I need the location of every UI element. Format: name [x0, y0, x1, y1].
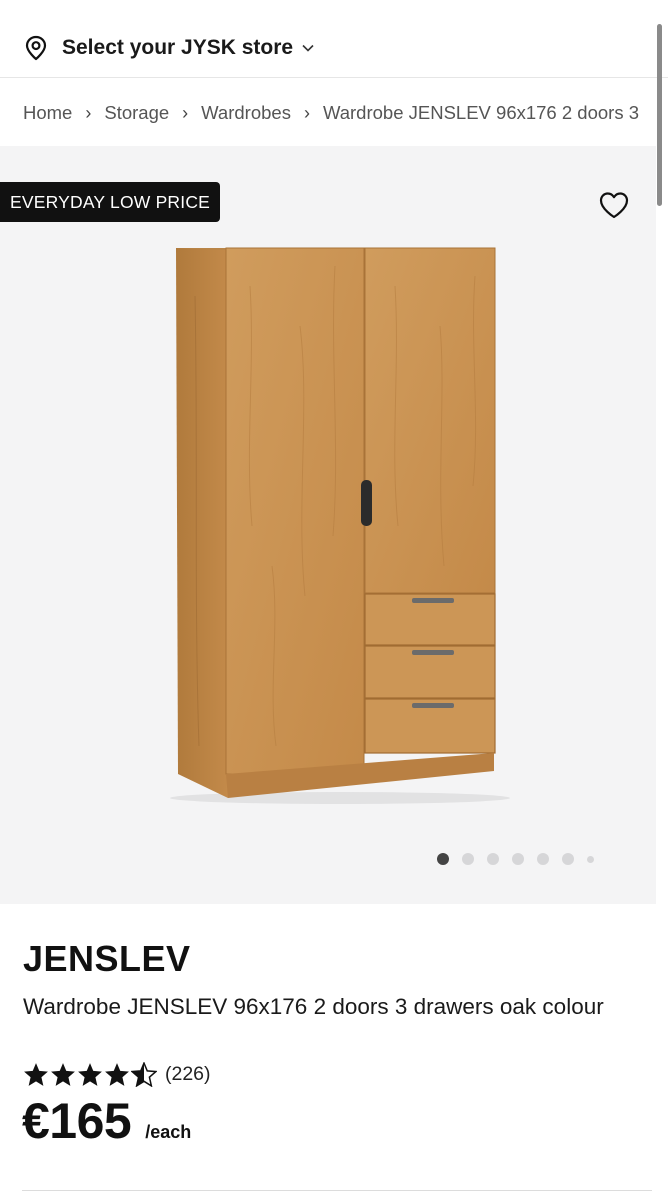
half-star-icon	[131, 1062, 157, 1087]
store-selector-bar: Select your JYSK store	[0, 0, 668, 78]
chevron-right-icon: ›	[303, 102, 310, 123]
pagination-dot[interactable]	[512, 853, 524, 865]
product-description: Wardrobe JENSLEV 96x176 2 doors 3 drawer…	[23, 994, 604, 1019]
product-price: €165	[22, 1093, 132, 1149]
select-store-button[interactable]: Select your JYSK store	[24, 28, 315, 68]
breadcrumb-wardrobes[interactable]: Wardrobes	[201, 102, 291, 124]
pagination-dot[interactable]	[587, 855, 594, 863]
product-image-gallery[interactable]: EVERYDAY LOW PRICE	[0, 146, 656, 904]
chevron-right-icon: ›	[182, 102, 189, 123]
star-icon	[24, 1063, 48, 1086]
price-unit: /each	[145, 1122, 192, 1142]
pagination-dot[interactable]	[562, 853, 574, 865]
chevron-right-icon: ›	[85, 102, 92, 123]
store-selector-label: Select your JYSK store	[62, 36, 294, 59]
breadcrumb: Home › Storage › Wardrobes › Wardrobe JE…	[23, 98, 663, 128]
heart-icon[interactable]	[598, 190, 630, 220]
pagination-dot[interactable]	[462, 853, 474, 865]
pagination-dot[interactable]	[437, 853, 449, 865]
product-brand-title: JENSLEV	[23, 938, 191, 979]
breadcrumb-current-product[interactable]: Wardrobe JENSLEV 96x176 2 doors 3	[323, 102, 639, 124]
rating-count[interactable]: (226)	[165, 1063, 211, 1086]
everyday-low-price-badge: EVERYDAY LOW PRICE	[0, 182, 221, 222]
pagination-dot[interactable]	[537, 853, 549, 865]
price-row: €165 /each	[22, 1092, 191, 1150]
chevron-down-icon	[302, 44, 314, 52]
star-icon	[78, 1063, 102, 1086]
star-icon	[51, 1063, 75, 1086]
location-pin-icon	[25, 35, 47, 61]
product-image-wardrobe	[170, 247, 510, 804]
divider	[22, 1190, 652, 1191]
pagination-dot[interactable]	[487, 853, 499, 865]
product-rating[interactable]: (226)	[23, 1062, 211, 1087]
breadcrumb-storage[interactable]: Storage	[104, 102, 169, 124]
image-pagination-dots	[437, 853, 594, 865]
star-icon	[105, 1063, 129, 1086]
scrollbar[interactable]	[657, 24, 662, 206]
breadcrumb-home[interactable]: Home	[23, 102, 72, 124]
rating-stars	[23, 1062, 157, 1087]
